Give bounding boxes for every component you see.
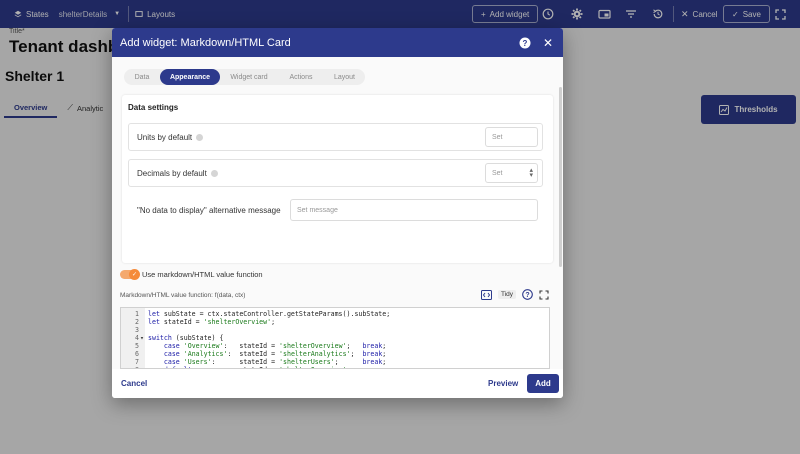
check-icon: ✓ xyxy=(129,269,140,280)
add-widget-dialog: Add widget: Markdown/HTML Card ? ✕ Data … xyxy=(112,28,563,398)
code-text: switch (subState) { xyxy=(148,334,224,342)
dialog-header: Add widget: Markdown/HTML Card ? ✕ xyxy=(112,28,563,57)
no-data-message-input[interactable]: Set message xyxy=(290,199,538,221)
svg-text:?: ? xyxy=(522,38,527,47)
code-text: case 'Analytics': stateId = 'shelterAnal… xyxy=(163,350,387,358)
add-button[interactable]: Add xyxy=(527,374,559,393)
scrollbar[interactable] xyxy=(559,87,562,267)
step-data[interactable]: Data xyxy=(124,69,160,85)
toggle-label: Use markdown/HTML value function xyxy=(142,270,263,279)
data-settings-card: Data settings Units by default Set Decim… xyxy=(122,95,553,263)
step-layout[interactable]: Layout xyxy=(324,69,365,85)
line-number: 3 xyxy=(135,326,139,334)
close-icon[interactable]: ✕ xyxy=(543,36,553,50)
step-actions[interactable]: Actions xyxy=(278,69,324,85)
line-number: 7 xyxy=(135,358,139,366)
line-number: 4 xyxy=(135,334,139,342)
number-stepper-icon[interactable]: ▴ ▾ xyxy=(529,167,533,179)
line-number: 6 xyxy=(135,350,139,358)
line-number: 1 xyxy=(135,310,139,318)
step-widget-card[interactable]: Widget card xyxy=(220,69,278,85)
dialog-footer: Cancel Preview Add xyxy=(112,369,563,398)
info-icon[interactable] xyxy=(196,133,204,141)
line-number: 2 xyxy=(135,318,139,326)
fullscreen-icon[interactable] xyxy=(539,289,549,300)
code-text: case 'Users': stateId = 'shelterUsers'; … xyxy=(163,358,387,366)
cancel-button[interactable]: Cancel xyxy=(121,379,147,388)
code-editor[interactable]: 1 let subState = ctx.stateController.getS… xyxy=(120,307,550,369)
dialog-title: Add widget: Markdown/HTML Card xyxy=(120,36,291,49)
help-icon[interactable]: ? xyxy=(519,37,531,49)
editor-toolbar: Tidy ? xyxy=(480,289,549,300)
info-icon[interactable] xyxy=(210,169,218,177)
markdown-function-toggle-row: ✓ Use markdown/HTML value function xyxy=(120,269,263,280)
code-text: let stateId = 'shelterOverview'; xyxy=(148,318,276,326)
decimals-input[interactable]: Set ▴ ▾ xyxy=(485,163,538,183)
fold-chevron-icon[interactable]: ▾ xyxy=(140,334,144,342)
no-data-label: "No data to display" alternative message xyxy=(137,205,281,215)
code-text: case 'Overview': stateId = 'shelterOverv… xyxy=(163,342,387,350)
data-settings-title: Data settings xyxy=(128,103,179,112)
units-row: Units by default Set xyxy=(128,123,543,151)
units-label: Units by default xyxy=(137,132,193,142)
preview-button[interactable]: Preview xyxy=(488,379,518,388)
decimals-placeholder: Set xyxy=(492,169,503,177)
code-icon[interactable] xyxy=(480,289,492,300)
units-input[interactable]: Set xyxy=(485,127,538,147)
function-label: Markdown/HTML value function: f(data, ct… xyxy=(120,292,246,299)
dialog-body: Data Appearance Widget card Actions Layo… xyxy=(112,57,563,369)
help-icon[interactable]: ? xyxy=(522,289,533,300)
step-appearance[interactable]: Appearance xyxy=(160,69,220,85)
decimals-label: Decimals by default xyxy=(137,168,207,178)
no-data-row: "No data to display" alternative message… xyxy=(128,195,543,225)
widget-config-stepper: Data Appearance Widget card Actions Layo… xyxy=(124,69,365,85)
svg-text:?: ? xyxy=(525,292,529,299)
line-number: 5 xyxy=(135,342,139,350)
code-text: let subState = ctx.stateController.getSt… xyxy=(148,310,391,318)
markdown-function-toggle[interactable]: ✓ xyxy=(120,269,140,280)
tidy-button[interactable]: Tidy xyxy=(497,290,516,299)
decimals-row: Decimals by default Set ▴ ▾ xyxy=(128,159,543,187)
